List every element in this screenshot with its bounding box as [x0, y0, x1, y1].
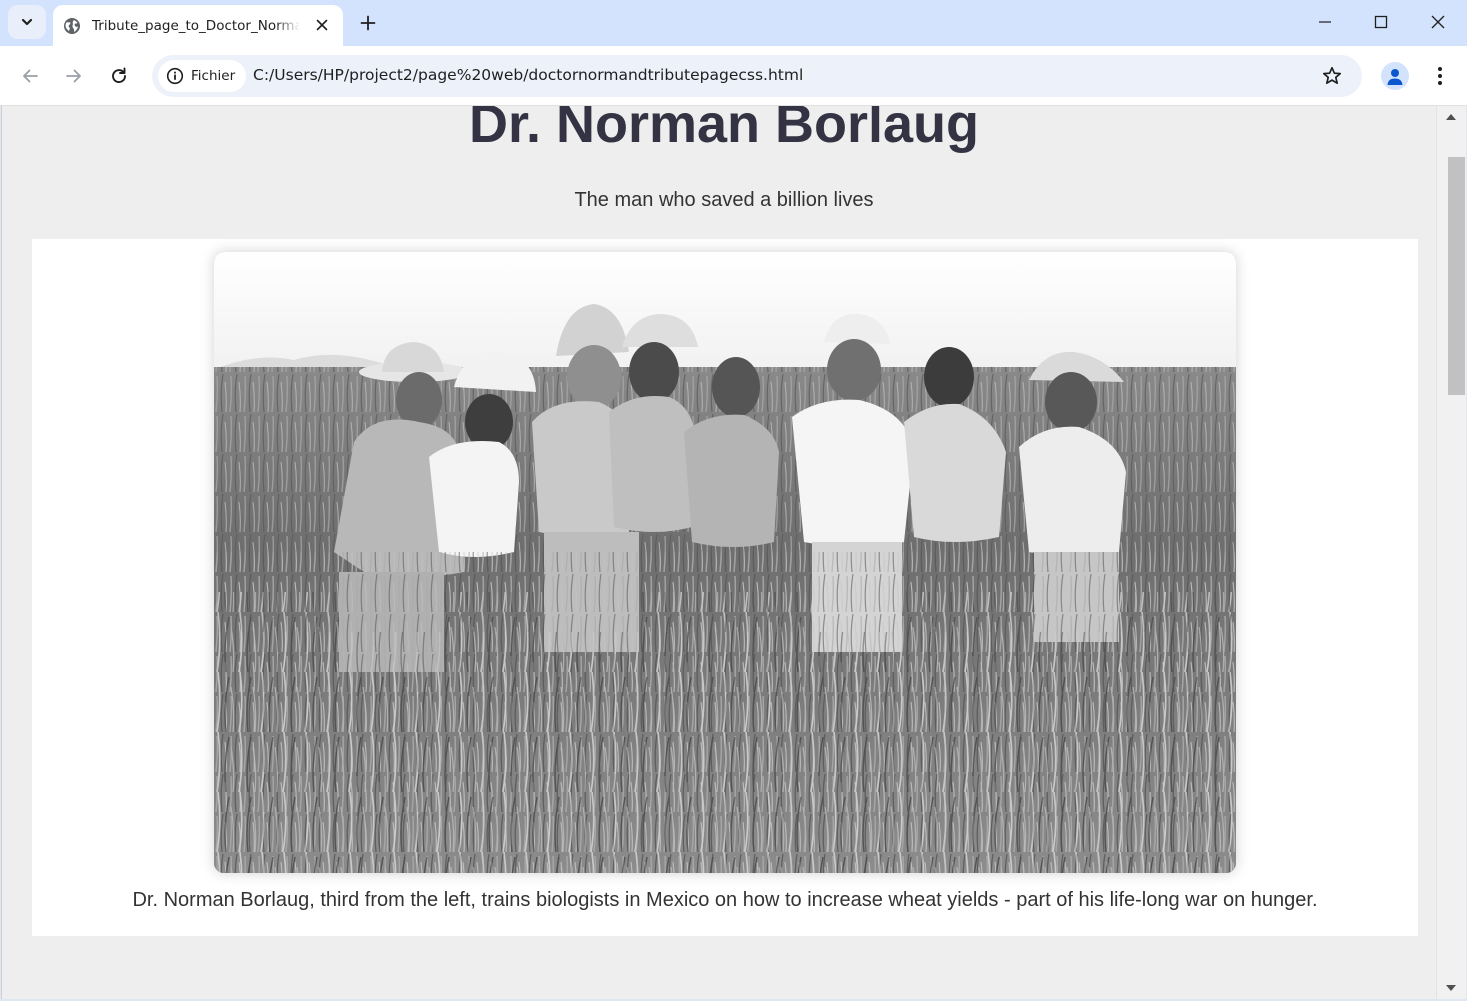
window-close-button[interactable]	[1410, 0, 1466, 44]
browser-toolbar: Fichier C:/Users/HP/project2/page%20web/…	[0, 46, 1467, 106]
scroll-down-arrow-icon[interactable]	[1446, 985, 1456, 991]
site-info-label: Fichier	[191, 68, 236, 84]
chevron-down-icon	[21, 18, 33, 26]
tribute-page: Dr. Norman Borlaug The man who saved a b…	[12, 106, 1436, 999]
arrow-right-icon	[66, 69, 81, 83]
vertical-scrollbar[interactable]	[1436, 106, 1466, 999]
forward-button[interactable]	[58, 60, 90, 92]
person-icon	[1387, 69, 1403, 85]
page-viewport: Dr. Norman Borlaug The man who saved a b…	[1, 106, 1466, 999]
new-tab-button[interactable]	[355, 10, 381, 36]
url-text[interactable]: C:/Users/HP/project2/page%20web/doctorno…	[253, 66, 803, 84]
borlaug-photo	[214, 252, 1236, 873]
back-button[interactable]	[14, 60, 46, 92]
tab-close-button[interactable]	[313, 16, 331, 34]
address-bar[interactable]: Fichier C:/Users/HP/project2/page%20web/…	[152, 55, 1362, 97]
image-caption: Dr. Norman Borlaug, third from the left,…	[132, 889, 1318, 911]
more-vertical-icon	[1438, 67, 1442, 85]
wheat-field-photo-illustration	[214, 252, 1236, 873]
page-title: Dr. Norman Borlaug	[468, 106, 980, 154]
arrow-left-icon	[23, 69, 38, 83]
reload-button[interactable]	[103, 60, 135, 92]
scroll-up-arrow-icon[interactable]	[1446, 114, 1456, 120]
close-icon	[316, 19, 328, 31]
browser-menu-button[interactable]	[1425, 60, 1455, 92]
active-tab[interactable]: Tribute_page_to_Doctor_Norman_Borlaug	[53, 5, 343, 46]
page-subtitle: The man who saved a billion lives	[574, 189, 874, 211]
bookmark-button[interactable]	[1320, 64, 1344, 88]
maximize-button[interactable]	[1353, 0, 1409, 44]
minimize-button[interactable]	[1297, 0, 1353, 44]
tab-search-button[interactable]	[8, 5, 46, 39]
reload-icon	[112, 67, 126, 84]
profile-button[interactable]	[1381, 62, 1409, 90]
scrollbar-thumb[interactable]	[1448, 157, 1465, 395]
image-card: Dr. Norman Borlaug, third from the left,…	[32, 239, 1418, 936]
plus-icon	[360, 15, 376, 31]
tab-strip: Tribute_page_to_Doctor_Norman_Borlaug	[0, 0, 1467, 46]
star-icon	[1322, 66, 1342, 85]
globe-icon	[64, 17, 80, 34]
close-icon	[1431, 15, 1445, 29]
tab-title: Tribute_page_to_Doctor_Norman_Borlaug	[92, 17, 300, 34]
maximize-icon	[1374, 15, 1388, 29]
info-icon	[166, 67, 184, 85]
site-info-chip[interactable]: Fichier	[158, 60, 247, 92]
minimize-icon	[1319, 21, 1331, 23]
